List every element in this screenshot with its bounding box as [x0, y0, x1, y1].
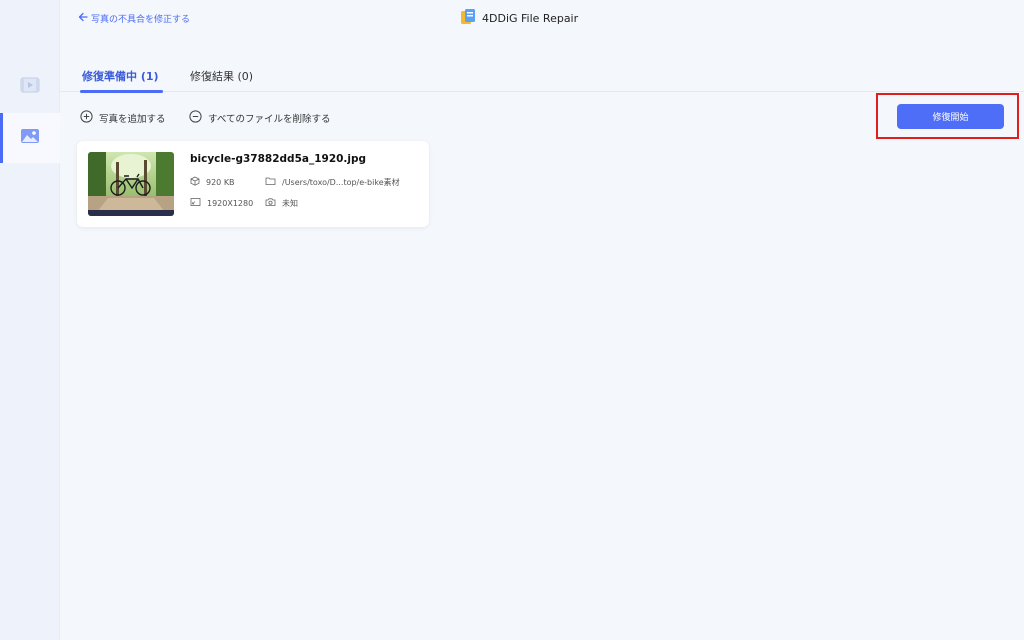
sidebar: [0, 0, 60, 640]
remove-all-files-button[interactable]: すべてのファイルを削除する: [189, 110, 330, 126]
file-resolution: 1920X1280: [190, 197, 253, 209]
remove-all-label: すべてのファイルを削除する: [208, 114, 331, 125]
sidebar-item-photo[interactable]: [0, 113, 60, 163]
camera-icon: [265, 197, 276, 209]
file-thumbnail: [88, 152, 174, 216]
tab-preparing[interactable]: 修復準備中 (1): [80, 68, 163, 93]
file-camera-text: 未知: [282, 198, 298, 208]
file-size: 920 KB: [190, 176, 235, 188]
file-size-text: 920 KB: [206, 177, 235, 187]
file-path-text: /Users/toxo/D...top/e-bike素材: [282, 177, 400, 187]
file-resolution-text: 1920X1280: [207, 198, 254, 208]
resolution-icon: [190, 197, 201, 209]
app-title-text: 4DDiG File Repair: [482, 11, 579, 25]
app-window: 写真の不具合を修正する 4DDiG File Repair 修復準備中 (1) …: [0, 0, 1024, 640]
back-link-label: 写真の不具合を修正する: [91, 14, 191, 25]
app-title: 4DDiG File Repair: [460, 8, 578, 28]
add-photo-label: 写真を追加する: [99, 114, 166, 125]
back-link[interactable]: 写真の不具合を修正する: [78, 10, 190, 26]
minus-circle-icon: [189, 110, 202, 126]
tab-bar: 修復準備中 (1) 修復結果 (0): [60, 60, 1024, 93]
sidebar-item-video[interactable]: [0, 62, 60, 112]
add-photo-button[interactable]: 写真を追加する: [80, 110, 166, 126]
folder-icon: [265, 176, 276, 188]
arrow-left-icon: [78, 12, 88, 25]
photo-icon: [20, 128, 40, 148]
file-path: /Users/toxo/D...top/e-bike素材: [265, 176, 400, 188]
cube-icon: [190, 176, 200, 188]
plus-circle-icon: [80, 110, 93, 126]
app-logo-icon: [460, 8, 476, 29]
file-name: bicycle-g37882dd5a_1920.jpg: [190, 153, 367, 165]
tab-results[interactable]: 修復結果 (0): [190, 68, 253, 92]
start-repair-button[interactable]: 修復開始: [897, 104, 1004, 129]
file-card[interactable]: bicycle-g37882dd5a_1920.jpg 920 KB /User…: [77, 141, 429, 227]
video-icon: [20, 77, 40, 97]
file-camera: 未知: [265, 197, 298, 209]
